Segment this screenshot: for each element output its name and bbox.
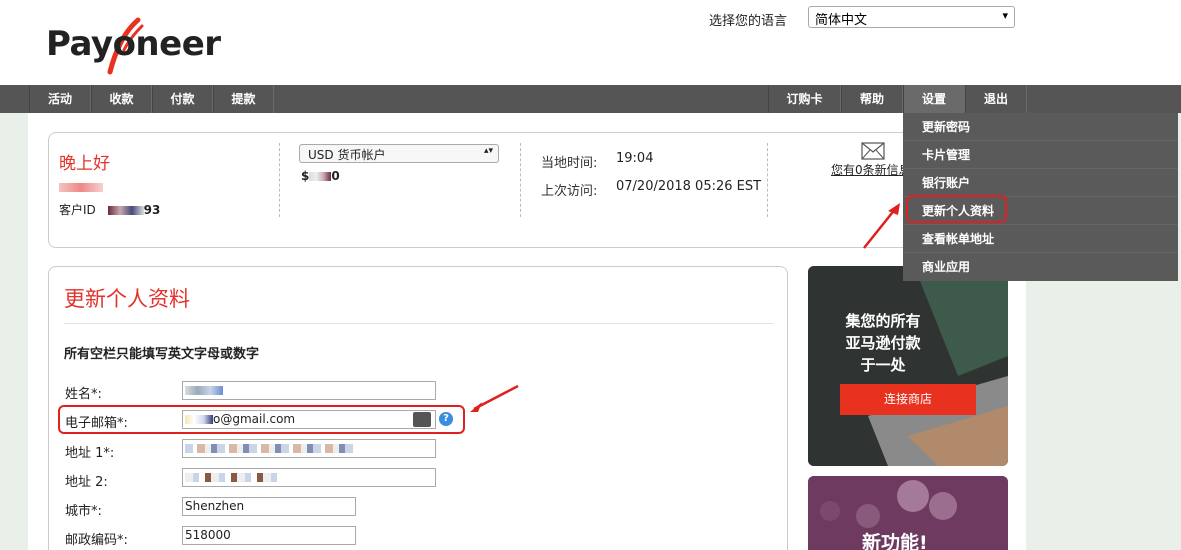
balance-suffix: 0 <box>331 169 340 183</box>
address2-field[interactable] <box>182 468 436 487</box>
city-field[interactable]: Shenzhen <box>182 497 356 516</box>
local-time-value: 19:04 <box>616 151 654 166</box>
name-field[interactable] <box>182 381 436 400</box>
nav-withdraw[interactable]: 提款 <box>213 85 274 113</box>
account-select[interactable]: USD 货币帐户 ▴▾ <box>299 144 499 163</box>
arrow-icon <box>470 384 519 412</box>
divider <box>279 143 280 217</box>
customer-id: 客户ID 93 <box>59 201 160 218</box>
balance-prefix: $ <box>301 169 310 183</box>
greeting: 晚上好 <box>59 154 110 174</box>
language-label: 选择您的语言 <box>709 14 788 29</box>
redacted-name <box>59 177 109 192</box>
nav-activity[interactable]: 活动 <box>29 85 91 113</box>
last-visit-label: 上次访问: <box>541 184 598 199</box>
amazon-promo-line3: 于一处 <box>860 356 906 374</box>
email-highlight-box <box>58 405 465 434</box>
account-select-value: USD 货币帐户 <box>308 148 386 162</box>
last-visit-value: 07/20/2018 05:26 EST <box>616 179 762 194</box>
redacted-balance <box>309 172 332 181</box>
divider <box>767 143 768 217</box>
menu-update-password[interactable]: 更新密码 <box>903 113 1178 141</box>
connect-store-button[interactable]: 连接商店 <box>840 384 976 415</box>
customer-id-suffix: 93 <box>143 203 161 217</box>
nav-settings[interactable]: 设置 <box>903 85 965 113</box>
local-time-label: 当地时间: <box>541 156 598 171</box>
title-divider <box>64 323 774 324</box>
nav-order-card[interactable]: 订购卡 <box>768 85 841 113</box>
nav-pay[interactable]: 付款 <box>152 85 213 113</box>
name-label: 姓名*: <box>65 387 102 402</box>
nav-help[interactable]: 帮助 <box>841 85 903 113</box>
logo-text: Payoneer <box>46 24 221 64</box>
menu-highlight-box <box>906 195 1007 223</box>
city-label: 城市*: <box>65 504 102 519</box>
chevron-updown-icon: ▴▾ <box>483 146 493 156</box>
form-note: 所有空栏只能填写英文字母或数字 <box>64 347 260 362</box>
nav-receive[interactable]: 收款 <box>91 85 152 113</box>
language-selected-value: 简体中文 <box>815 13 868 28</box>
menu-bank-account[interactable]: 银行账户 <box>903 169 1178 197</box>
address1-label: 地址 1*: <box>65 446 115 461</box>
redacted-address2 <box>185 473 280 482</box>
customer-id-label: 客户ID <box>59 203 96 217</box>
redacted-id <box>107 206 144 215</box>
postal-code-label: 邮政编码*: <box>65 533 128 548</box>
postal-code-field[interactable]: 518000 <box>182 526 356 545</box>
new-feature-banner[interactable]: 新功能! <box>808 476 1008 550</box>
menu-business-apps[interactable]: 商业应用 <box>903 253 1178 281</box>
chevron-down-icon: ▾ <box>1002 9 1008 22</box>
new-feature-text: 新功能! <box>862 532 928 550</box>
language-select[interactable]: 简体中文 ▾ <box>808 6 1015 28</box>
divider <box>520 143 521 217</box>
amazon-promo-line2: 亚马逊付款 <box>845 334 921 352</box>
messages-link[interactable]: 您有0条新信息 <box>831 161 911 178</box>
amazon-promo-text: 集您的所有 亚马逊付款 于一处 <box>808 310 958 376</box>
address2-label: 地址 2: <box>65 475 108 490</box>
page-title: 更新个人资料 <box>64 287 190 311</box>
balance: $0 <box>301 169 340 183</box>
nav-logout[interactable]: 退出 <box>965 85 1027 113</box>
header: Payoneer 选择您的语言 简体中文 ▾ <box>0 0 1181 85</box>
envelope-icon[interactable] <box>861 142 885 160</box>
redacted-address1 <box>185 444 355 453</box>
arrow-icon <box>863 203 900 249</box>
address1-field[interactable] <box>182 439 436 458</box>
menu-billing-address[interactable]: 查看帐单地址 <box>903 225 1178 253</box>
menu-card-management[interactable]: 卡片管理 <box>903 141 1178 169</box>
amazon-promo-banner[interactable]: 集您的所有 亚马逊付款 于一处 连接商店 <box>808 266 1008 466</box>
amazon-promo-line1: 集您的所有 <box>845 312 921 330</box>
payoneer-logo[interactable]: Payoneer <box>46 16 221 76</box>
main-nav: 活动 收款 付款 提款 订购卡 帮助 设置 退出 <box>0 85 1181 113</box>
redacted-name-value <box>185 386 223 395</box>
